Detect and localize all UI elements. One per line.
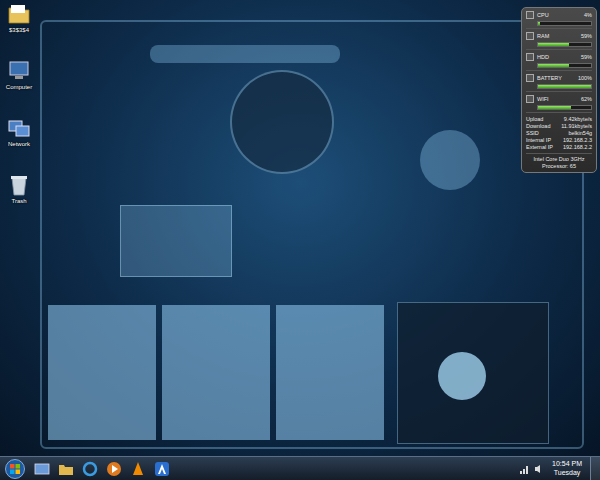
meter-icon [526, 32, 534, 40]
ie-icon [82, 461, 98, 477]
meter-reading: 4% [584, 12, 592, 18]
processor-info: Intel Core Duo 3GHzProcessor: 65 [526, 153, 592, 169]
taskbar-button[interactable] [128, 459, 148, 479]
meter-fill [538, 22, 540, 25]
desktop-icon-label: $3$3$4 [9, 27, 29, 33]
meter-track [537, 42, 592, 47]
wallpaper [0, 0, 600, 456]
folder-icon [7, 2, 31, 26]
computer-icon [7, 59, 31, 83]
taskbar-button[interactable] [32, 459, 52, 479]
network-row: SSID belkin54g [526, 130, 592, 136]
desktop: $3$3$4 Computer Network Trash CPU 4% RAM… [0, 0, 600, 480]
network-info: Upload 9.42kbyte/sDownload 11.91kbyte/sS… [526, 116, 592, 150]
meter-reading: 62% [581, 96, 592, 102]
network-row: Upload 9.42kbyte/s [526, 116, 592, 122]
meter-track [537, 63, 592, 68]
desktop-icon[interactable]: Trash [7, 173, 31, 204]
desktop-icon-label: Computer [6, 84, 32, 90]
meter-fill [538, 106, 571, 109]
desktop-icon[interactable]: Computer [6, 59, 32, 90]
meter-fill [538, 85, 591, 88]
meter-name: WIFI [537, 96, 578, 102]
meter-track [537, 84, 592, 89]
meter-name: RAM [537, 33, 578, 39]
clock[interactable]: 10:54 PM Tuesday [548, 460, 586, 476]
meter-fill [538, 43, 569, 46]
taskbar-button[interactable] [56, 459, 76, 479]
vlc-icon [130, 461, 146, 477]
taskbar-button[interactable] [152, 459, 172, 479]
meter-icon [526, 11, 534, 19]
windows-logo-icon [5, 459, 25, 479]
meter-icon [526, 95, 534, 103]
desktop-icon-label: Trash [11, 198, 26, 204]
taskbar: 10:54 PM Tuesday [0, 456, 600, 480]
folder-icon [58, 461, 74, 477]
taskbar-button[interactable] [80, 459, 100, 479]
meter-name: BATTERY [537, 75, 575, 81]
meter-icon [526, 53, 534, 61]
show-desktop-button[interactable] [590, 457, 600, 480]
meter-fill [538, 64, 569, 67]
meter: RAM 59% [526, 32, 592, 50]
desktop-icon[interactable]: Network [7, 116, 31, 147]
desktop-icon-label: Network [8, 141, 30, 147]
meter: CPU 4% [526, 11, 592, 29]
meter: WIFI 62% [526, 95, 592, 113]
network-row: External IP 192.168.2.2 [526, 144, 592, 150]
start-button[interactable] [4, 458, 26, 480]
system-tray: 10:54 PM Tuesday [520, 457, 600, 480]
meter: BATTERY 100% [526, 74, 592, 92]
meter: HDD 59% [526, 53, 592, 71]
system-monitor-gadget: CPU 4% RAM 59% HDD 59% BATTERY 100% WIFI… [521, 7, 597, 173]
media-icon [106, 461, 122, 477]
volume-icon[interactable] [534, 464, 544, 474]
meter-icon [526, 74, 534, 82]
meter-track [537, 105, 592, 110]
meter-name: CPU [537, 12, 581, 18]
meter-reading: 59% [581, 54, 592, 60]
desktop-icons: $3$3$4 Computer Network Trash [2, 2, 36, 204]
meter-name: HDD [537, 54, 578, 60]
trash-icon [7, 173, 31, 197]
meter-reading: 100% [578, 75, 592, 81]
meter-reading: 59% [581, 33, 592, 39]
app-icon [154, 461, 170, 477]
desktop-icon[interactable]: $3$3$4 [7, 2, 31, 33]
network-row: Download 11.91kbyte/s [526, 123, 592, 129]
window-icon [34, 461, 50, 477]
taskbar-button[interactable] [104, 459, 124, 479]
network-row: Internal IP 192.168.2.3 [526, 137, 592, 143]
meter-track [537, 21, 592, 26]
network-icon [7, 116, 31, 140]
wifi-signal-icon[interactable] [520, 464, 530, 474]
